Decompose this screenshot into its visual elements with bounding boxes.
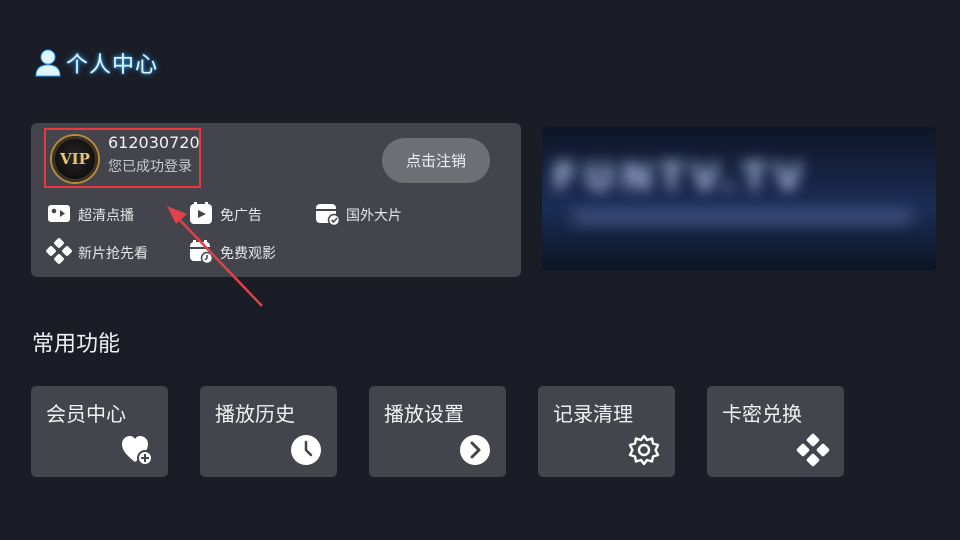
perk-early-access: 新片抢先看 bbox=[46, 238, 148, 268]
clear-records-tile[interactable]: 记录清理 bbox=[538, 386, 675, 477]
perk-label: 新片抢先看 bbox=[78, 246, 148, 262]
tile-label: 播放设置 bbox=[384, 402, 464, 426]
user-id: 612030720 bbox=[108, 133, 200, 152]
chevron-right-circle-icon bbox=[458, 433, 492, 467]
perk-label: 国外大片 bbox=[346, 208, 402, 224]
gear-icon bbox=[627, 433, 661, 467]
card-redeem-tile[interactable]: 卡密兑换 bbox=[707, 386, 844, 477]
heart-plus-icon bbox=[120, 433, 154, 467]
logout-button[interactable]: 点击注销 bbox=[382, 138, 490, 183]
perk-label: 免费观影 bbox=[220, 246, 276, 262]
clover-icon bbox=[796, 433, 830, 467]
tile-label: 记录清理 bbox=[553, 402, 633, 426]
page-header: 个人中心 bbox=[34, 46, 158, 80]
perk-label: 超清点播 bbox=[78, 208, 134, 224]
play-history-tile[interactable]: 播放历史 bbox=[200, 386, 337, 477]
perk-hd-vod: 超清点播 bbox=[46, 200, 134, 230]
perk-label: 免广告 bbox=[220, 208, 262, 224]
perk-foreign-films: 国外大片 bbox=[314, 200, 402, 230]
login-status: 您已成功登录 bbox=[108, 159, 192, 175]
vip-badge-icon: VIP bbox=[52, 136, 98, 182]
person-icon bbox=[34, 48, 62, 78]
section-title: 常用功能 bbox=[32, 332, 121, 357]
promo-banner[interactable]: FUNTV.TV bbox=[542, 127, 936, 271]
play-calendar-icon bbox=[188, 200, 214, 230]
account-card: VIP 612030720 您已成功登录 点击注销 超清点播 免广告 国外大片 … bbox=[31, 123, 521, 277]
page-title: 个人中心 bbox=[66, 53, 159, 78]
clover-icon bbox=[46, 238, 72, 268]
play-settings-tile[interactable]: 播放设置 bbox=[369, 386, 506, 477]
tile-label: 播放历史 bbox=[215, 402, 295, 426]
calendar-clock-icon bbox=[188, 238, 214, 268]
user-info-highlight: VIP 612030720 您已成功登录 bbox=[44, 128, 201, 188]
banner-subtext-blur bbox=[572, 212, 912, 222]
tile-label: 会员中心 bbox=[46, 402, 126, 426]
video-camera-icon bbox=[46, 200, 72, 230]
perk-no-ads: 免广告 bbox=[188, 200, 262, 230]
banner-text: FUNTV.TV bbox=[552, 155, 809, 199]
clock-icon bbox=[289, 433, 323, 467]
tile-label: 卡密兑换 bbox=[722, 402, 802, 426]
member-center-tile[interactable]: 会员中心 bbox=[31, 386, 168, 477]
calendar-check-icon bbox=[314, 200, 341, 230]
perk-free-viewing: 免费观影 bbox=[188, 238, 276, 268]
